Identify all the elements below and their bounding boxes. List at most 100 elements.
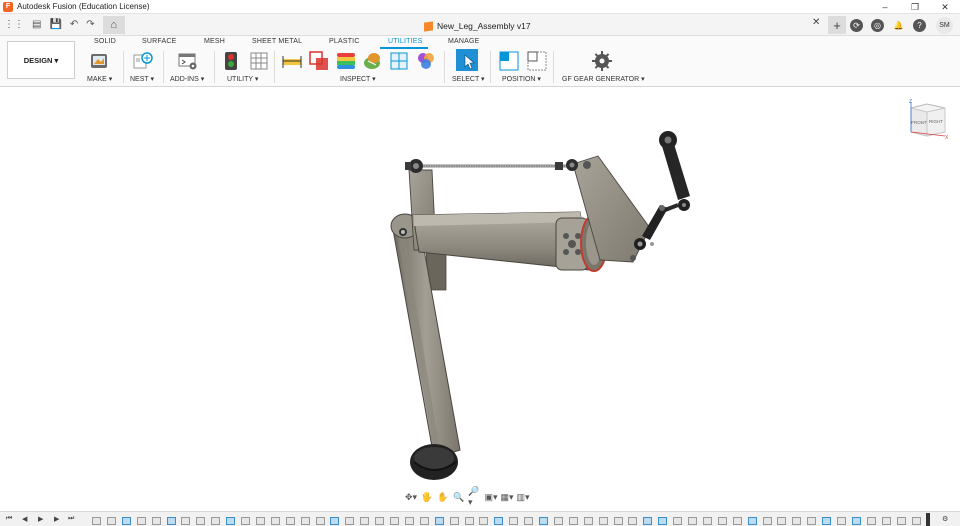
look-at-icon[interactable]: 🖐 (420, 490, 434, 504)
timeline-feature-icon[interactable] (419, 517, 429, 525)
document-tab[interactable]: New_Leg_Assembly v17 (424, 16, 531, 36)
utility-group-label[interactable]: UTILITY ▾ (227, 75, 258, 83)
data-panel-grid-icon[interactable]: ⋮⋮ (0, 14, 28, 36)
3d-canvas[interactable] (0, 87, 960, 511)
job-status-icon[interactable]: ⟳ (850, 18, 863, 32)
tab-utilities[interactable]: UTILITIES (388, 38, 422, 45)
position-group-label[interactable]: POSITION ▾ (502, 75, 541, 83)
nest-group-label[interactable]: NEST ▾ (130, 75, 154, 83)
gear-icon[interactable] (592, 51, 612, 71)
timeline-settings-icon[interactable]: ⚙ (942, 515, 948, 523)
timeline-feature-icon[interactable] (539, 517, 548, 525)
timeline-feature-icon[interactable] (628, 517, 638, 525)
viewcube-right-label[interactable]: RIGHT (929, 119, 943, 124)
timeline-feature-icon[interactable] (300, 517, 310, 525)
extensions-icon[interactable]: ◎ (871, 18, 884, 32)
timeline-feature-icon[interactable] (702, 517, 712, 525)
viewcube[interactable]: FRONT RIGHT Z X (905, 98, 951, 140)
tab-sheet-metal[interactable]: SHEET METAL (252, 38, 302, 45)
restore-button[interactable]: ❐ (900, 0, 930, 14)
section-analysis-icon[interactable] (389, 51, 409, 71)
timeline-feature-icon[interactable] (255, 517, 265, 525)
timeline-feature-icon[interactable] (434, 517, 444, 525)
timeline-first-icon[interactable]: ⏮ (6, 515, 12, 523)
timeline-feature-icon[interactable] (747, 517, 757, 525)
timeline-feature-icon[interactable] (568, 517, 578, 525)
tab-manage[interactable]: MANAGE (448, 38, 480, 45)
inspect-group-label[interactable]: INSPECT ▾ (340, 75, 376, 83)
make-group-label[interactable]: MAKE ▾ (87, 75, 112, 83)
orbit-icon[interactable]: ✥▾ (404, 490, 418, 504)
timeline-play-icon[interactable]: ▶ (38, 515, 43, 523)
display-settings-icon[interactable]: ▣▾ (484, 490, 498, 504)
timeline-feature-icon[interactable] (896, 517, 906, 525)
timeline-feature-icon[interactable] (241, 517, 250, 525)
timeline-feature-icon[interactable] (613, 517, 623, 525)
timeline-feature-icon[interactable] (226, 517, 236, 525)
tab-surface[interactable]: SURFACE (142, 38, 176, 45)
timeline-feature-icon[interactable] (330, 517, 340, 525)
timeline-feature-icon[interactable] (792, 517, 802, 525)
timeline-feature-icon[interactable] (390, 517, 399, 525)
timeline-feature-icon[interactable] (106, 517, 116, 525)
save-icon[interactable]: 💾 (45, 14, 65, 36)
timeline-feature-icon[interactable] (181, 517, 191, 525)
select-icon[interactable] (456, 49, 478, 71)
timeline-last-icon[interactable]: ⏭ (68, 515, 74, 523)
timeline-feature-icon[interactable] (121, 517, 131, 525)
select-group-label[interactable]: SELECT ▾ (452, 75, 485, 83)
undo-icon[interactable]: ↶ (66, 14, 82, 36)
tab-plastic[interactable]: PLASTIC (329, 38, 360, 45)
timeline-feature-icon[interactable] (688, 517, 697, 525)
timeline-feature-icon[interactable] (851, 517, 861, 525)
timeline-feature-icon[interactable] (643, 517, 653, 525)
notifications-icon[interactable]: 🔔 (892, 19, 905, 32)
timeline-feature-icon[interactable] (762, 517, 772, 525)
timeline-feature-icon[interactable] (583, 517, 593, 525)
revert-position-icon[interactable] (527, 51, 547, 71)
timeline-feature-icon[interactable] (360, 517, 370, 525)
timeline-feature-icon[interactable] (658, 517, 668, 525)
timeline-feature-icon[interactable] (375, 517, 385, 525)
grid-snaps-icon[interactable]: ▦▾ (500, 490, 514, 504)
redo-icon[interactable]: ↷ (82, 14, 98, 36)
minimize-button[interactable]: – (870, 0, 900, 14)
timeline-feature-icon[interactable] (404, 517, 414, 525)
timeline-feature-icon[interactable] (270, 517, 280, 525)
zebra-analysis-icon[interactable] (362, 51, 382, 71)
pan-icon[interactable]: ✋ (436, 490, 450, 504)
timeline-feature-icon[interactable] (598, 517, 608, 525)
timeline-feature-icon[interactable] (732, 517, 742, 525)
workspace-switcher[interactable]: DESIGN ▾ (7, 41, 75, 79)
timeline-feature-icon[interactable] (524, 517, 534, 525)
timeline-feature-icon[interactable] (553, 517, 563, 525)
timeline-feature-icon[interactable] (479, 517, 489, 525)
timeline-feature-icon[interactable] (673, 517, 683, 525)
new-tab-icon[interactable]: + (828, 16, 846, 34)
timeline-next-icon[interactable]: ▶ (54, 515, 59, 523)
interference-icon[interactable] (309, 51, 329, 71)
viewcube-front-label[interactable]: FRONT (911, 120, 927, 125)
timeline-prev-icon[interactable]: ◀ (22, 515, 27, 523)
timeline-feature-icon[interactable] (449, 517, 459, 525)
timeline-feature-icon[interactable] (92, 517, 101, 525)
help-icon[interactable]: ? (913, 18, 926, 32)
3d-print-icon[interactable] (89, 51, 109, 71)
timeline-feature-icon[interactable] (866, 517, 876, 525)
timeline-feature-icon[interactable] (717, 517, 727, 525)
timeline-feature-icon[interactable] (911, 517, 921, 525)
tab-solid[interactable]: SOLID (94, 38, 116, 45)
timeline-feature-icon[interactable] (166, 517, 176, 525)
timeline-feature-icon[interactable] (464, 517, 474, 525)
timeline-feature-icon[interactable] (777, 517, 787, 525)
timeline-feature-icon[interactable] (881, 517, 891, 525)
tab-mesh[interactable]: MESH (204, 38, 225, 45)
scripts-addins-icon[interactable] (178, 51, 198, 71)
change-parameters-icon[interactable] (221, 51, 241, 71)
timeline-feature-icon[interactable] (837, 517, 846, 525)
fit-icon[interactable]: 🔎▾ (468, 486, 482, 507)
gear-generator-group-label[interactable]: GF GEAR GENERATOR ▾ (562, 75, 645, 83)
timeline-feature-icon[interactable] (345, 517, 355, 525)
avatar[interactable]: SM (936, 16, 953, 34)
file-menu-icon[interactable]: ▤ (28, 14, 45, 36)
